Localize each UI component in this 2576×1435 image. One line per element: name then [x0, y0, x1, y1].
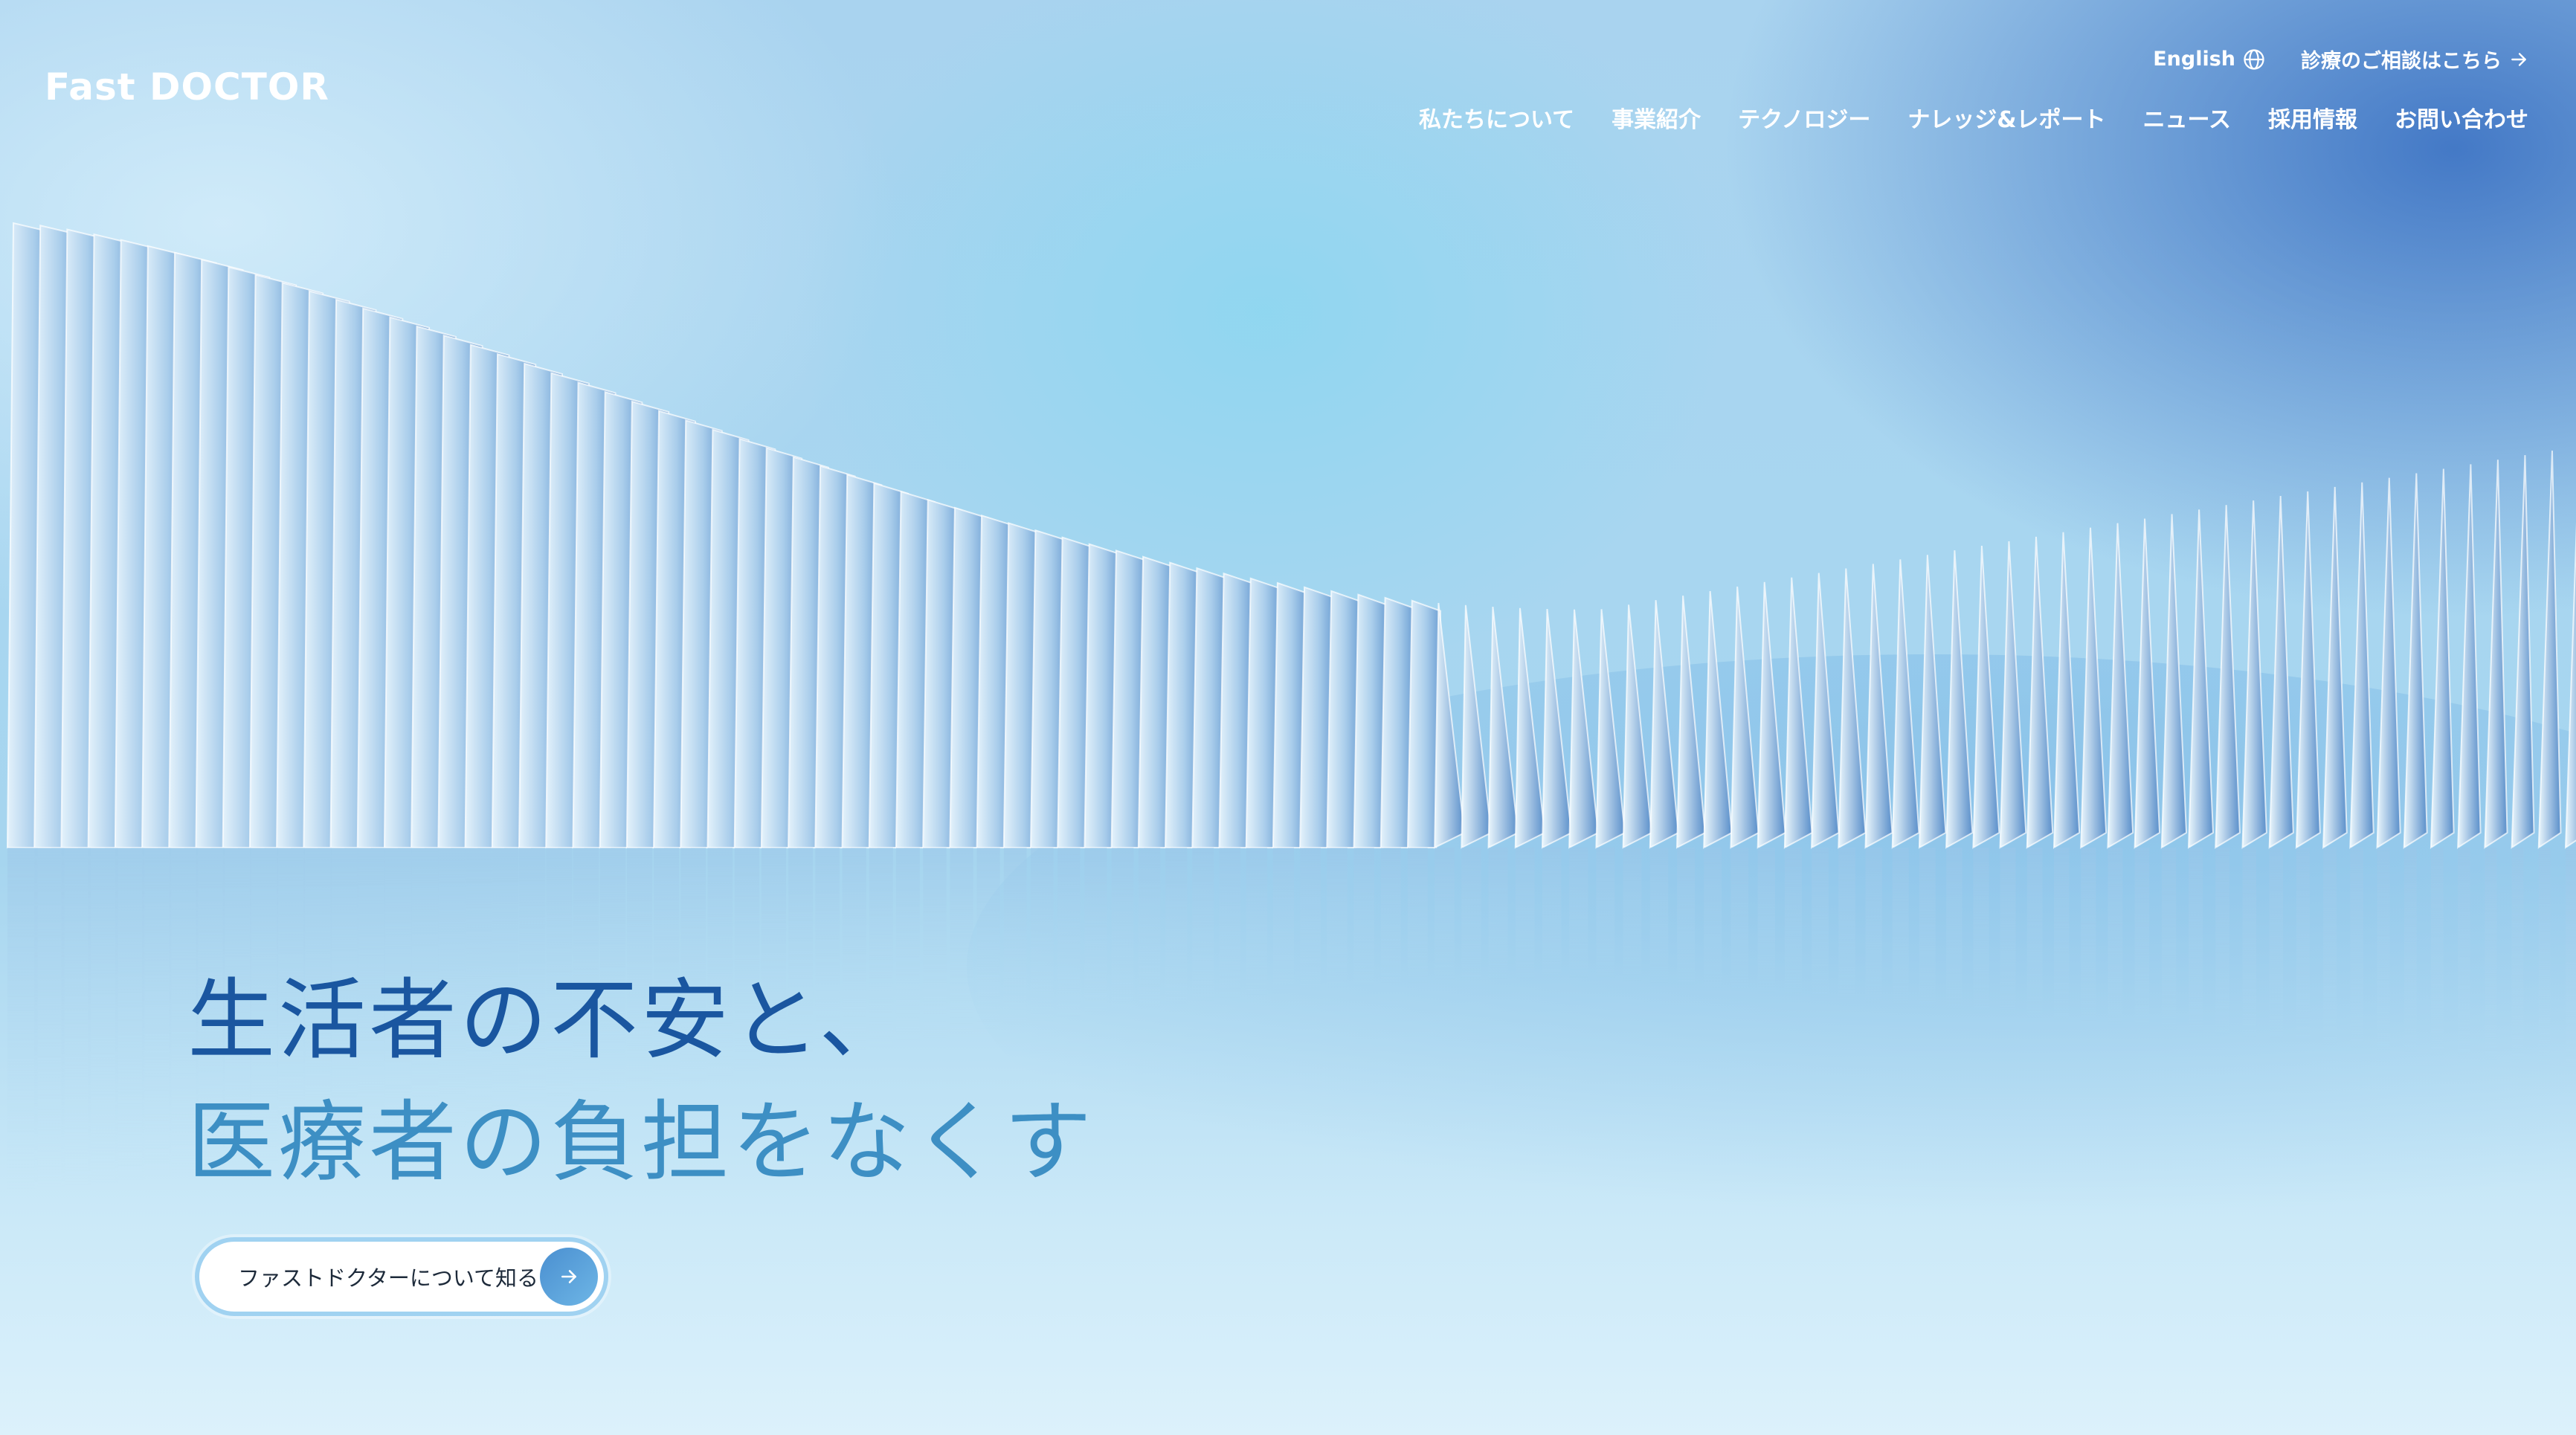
- wave-fin-reflection: [2350, 848, 2363, 1049]
- learn-more-button[interactable]: ファストドクターについて知る: [195, 1237, 608, 1316]
- arrow-right-icon: [561, 1270, 576, 1283]
- wave-fin-reflection: [2026, 848, 2043, 1019]
- language-switch[interactable]: English: [2153, 48, 2265, 71]
- wave-fin-reflection: [2296, 848, 2310, 1044]
- nav-item-knowledge[interactable]: ナレッジ&レポート: [1907, 101, 2105, 134]
- wave-fin-reflection: [2511, 848, 2524, 1064]
- globe-icon: [2244, 48, 2264, 70]
- site-logo[interactable]: Fast DOCTOR: [45, 65, 329, 109]
- wave-fin-reflection: [1488, 848, 1508, 981]
- wave-fin-reflection: [1569, 848, 1588, 979]
- hero-headline: 生活者の不安と、 医療者の負担をなくす: [187, 959, 1095, 1203]
- wave-fin: [2537, 451, 2562, 849]
- wave-fin: [2322, 486, 2348, 849]
- nav-item-about[interactable]: 私たちについて: [1419, 101, 1574, 134]
- wave-fin: [2403, 473, 2428, 849]
- wave-fin-reflection: [115, 848, 145, 1182]
- wave-fin-reflection: [2403, 848, 2417, 1054]
- wave-fin-reflection: [2189, 848, 2203, 1034]
- learn-more-arrow: [540, 1248, 598, 1306]
- page: Fast DOCTOR English 診療のご相談はこちら 私たちについて 事…: [0, 0, 2576, 1435]
- wave-fin-reflection: [1111, 848, 1134, 1011]
- wave-fin-reflection: [2323, 848, 2337, 1046]
- main-nav: 私たちについて 事業紹介 テクノロジー ナレッジ&レポート ニュース 採用情報 …: [1419, 101, 2528, 134]
- nav-item-contact[interactable]: お問い合わせ: [2395, 101, 2528, 134]
- utility-nav: English 診療のご相談はこちら: [2153, 45, 2528, 74]
- wave-fin-reflection: [1300, 848, 1321, 991]
- wave-fin-reflection: [1327, 848, 1347, 989]
- wave-fin-reflection: [1434, 848, 1455, 982]
- wave-fin-reflection: [1757, 848, 1776, 994]
- wave-fin-reflection: [2108, 848, 2123, 1027]
- wave-fin-reflection: [1865, 848, 1882, 1004]
- wave-fin-reflection: [1515, 848, 1535, 980]
- wave-fin-reflection: [1730, 848, 1749, 992]
- wave-fin-reflection: [2054, 848, 2070, 1022]
- wave-fin-reflection: [1838, 848, 1855, 1002]
- wave-fin-reflection: [2161, 848, 2177, 1031]
- wave-fin: [2295, 491, 2321, 849]
- hero-headline-line2: 医療者の負担をなくす: [187, 1091, 1095, 1193]
- wave-fin-reflection: [1623, 848, 1642, 981]
- wave-fin-reflection: [88, 848, 118, 1185]
- wave-fin-reflection: [2000, 848, 2016, 1016]
- wave-fin-reflection: [2269, 848, 2284, 1042]
- wave-fin-reflection: [2215, 848, 2230, 1036]
- wave-fin-reflection: [1192, 848, 1214, 1002]
- wave-fin: [2457, 464, 2482, 849]
- wave-fin-reflection: [1596, 848, 1615, 979]
- wave-fin-reflection: [1812, 848, 1829, 999]
- wave-fin: [2268, 495, 2294, 849]
- wave-fin-reflection: [2538, 848, 2551, 1066]
- nav-item-technology[interactable]: テクノロジー: [1738, 101, 1870, 134]
- wave-fin-reflection: [2485, 848, 2497, 1061]
- wave-fin: [2564, 522, 2576, 849]
- nav-item-news[interactable]: ニュース: [2143, 101, 2232, 134]
- wave-fin-reflection: [1784, 848, 1802, 996]
- nav-item-recruit[interactable]: 採用情報: [2268, 101, 2357, 134]
- wave-fin-reflection: [1461, 848, 1481, 981]
- wave-fin-reflection: [1272, 848, 1295, 993]
- wave-fin-reflection: [1973, 848, 1989, 1014]
- wave-fin-reflection: [1219, 848, 1241, 999]
- wave-fin-reflection: [1677, 848, 1696, 987]
- wave-fin: [2349, 482, 2374, 849]
- wave-fin-reflection: [1892, 848, 1909, 1007]
- consult-link[interactable]: 診療のご相談はこちら: [2301, 45, 2528, 74]
- wave-fin-reflection: [2134, 848, 2150, 1029]
- wave-fin-reflection: [1704, 848, 1722, 989]
- hero-headline-line1: 生活者の不安と、: [187, 969, 910, 1071]
- wave-fin-reflection: [2430, 848, 2444, 1057]
- arrow-right-icon: [2511, 52, 2526, 66]
- wave-fin-reflection: [2242, 848, 2257, 1039]
- nav-item-business[interactable]: 事業紹介: [1611, 101, 1701, 134]
- wave-fin-reflection: [2566, 848, 2576, 1068]
- wave-fin-reflection: [1946, 848, 1962, 1011]
- consult-label: 診療のご相談はこちら: [2301, 50, 2502, 73]
- wave-fin-reflection: [1542, 848, 1562, 979]
- hero-background-art: [6, 222, 2576, 1279]
- wave-fin-reflection: [2377, 848, 2390, 1051]
- wave-fin-reflection: [1246, 848, 1268, 996]
- wave-fin-reflection: [1407, 848, 1428, 984]
- wave-fin-reflection: [1353, 848, 1374, 987]
- wave-fin-reflection: [1138, 848, 1161, 1008]
- wave-fin: [2484, 459, 2508, 849]
- learn-more-label: ファストドクターについて知る: [238, 1265, 538, 1291]
- wave-fin-reflection: [7, 848, 38, 1191]
- wave-fin-reflection: [34, 848, 65, 1190]
- wave-fin-reflection: [2458, 848, 2470, 1059]
- wave-fin: [2511, 455, 2535, 849]
- wave-fin-reflection: [1649, 848, 1669, 984]
- language-label: English: [2153, 48, 2235, 71]
- wave-fin-reflection: [1919, 848, 1936, 1009]
- wave-fin-reflection: [1165, 848, 1188, 1004]
- wave-fin: [2376, 477, 2401, 849]
- wave-fin-reflection: [61, 848, 91, 1188]
- wave-fin-reflection: [1380, 848, 1401, 985]
- wave-fin-reflection: [142, 848, 172, 1179]
- wave-fin-reflection: [2081, 848, 2096, 1024]
- wave-fin: [2430, 468, 2455, 849]
